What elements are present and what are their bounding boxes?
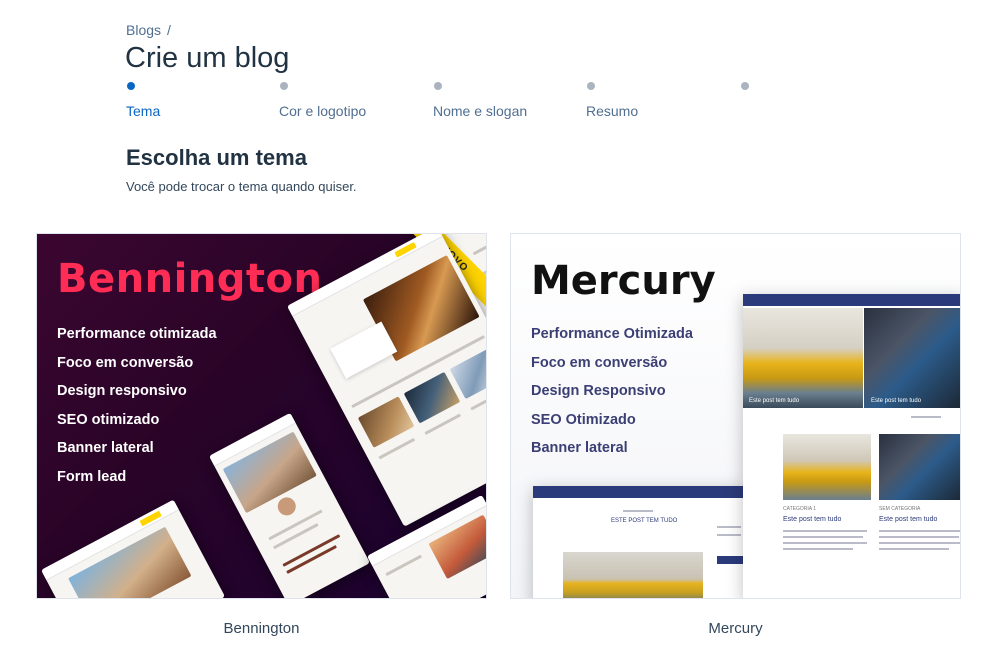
feature-item: Banner lateral (531, 440, 628, 456)
page-title: Crie um blog (125, 42, 290, 74)
breadcrumb-link-blogs[interactable]: Blogs (126, 22, 161, 38)
feature-item: Performance otimizada (57, 326, 217, 342)
step-final[interactable] (740, 82, 749, 90)
feature-item: Foco em conversão (57, 354, 194, 371)
mock-post-title-small: ESTE POST TEM TUDO (611, 518, 678, 524)
step-resumo[interactable]: Resumo (586, 82, 638, 119)
feature-item: Form lead (57, 468, 127, 485)
mockup-window-small: ESTE POST TEM TUDO (533, 486, 747, 598)
feature-item: SEO Otimizado (531, 411, 636, 428)
mockup-phone (209, 412, 371, 598)
feature-item: Design responsivo (57, 383, 187, 399)
section-subtitle: Você pode trocar o tema quando quiser. (126, 179, 357, 194)
feature-item: Banner lateral (57, 440, 154, 456)
theme-card-mercury[interactable]: Mercury Performance Otimizada Foco em co… (510, 233, 961, 599)
theme-preview-title: Mercury (531, 258, 716, 304)
theme-preview-title: Bennington (57, 256, 323, 302)
feature-item: Foco em conversão (531, 354, 668, 371)
step-dot (741, 82, 749, 90)
step-label: Cor e logotipo (279, 103, 367, 119)
mock-post-title-2: Este post tem tudo (879, 516, 938, 523)
mockup-page-bottom (41, 499, 226, 598)
step-label: Nome e slogan (433, 103, 528, 119)
mock-hero-caption-right: Este post tem tudo (871, 398, 922, 404)
step-nome-slogan[interactable]: Nome e slogan (433, 82, 527, 119)
step-tema[interactable]: Tema (126, 82, 160, 119)
feature-item: SEO otimizado (57, 411, 160, 428)
mock-category-1: CATEGORIA 1 (783, 506, 816, 512)
theme-name-mercury: Mercury (708, 620, 763, 637)
step-label: Tema (126, 103, 161, 119)
step-dot (280, 82, 288, 90)
step-dot (434, 82, 442, 90)
feature-list: Performance otimizada Foco em conversão … (57, 324, 217, 495)
mock-post-title-1: Este post tem tudo (783, 516, 842, 523)
theme-name-bennington: Bennington (223, 620, 300, 637)
wizard-stepper: Tema Cor e logotipo Nome e slogan Resumo (126, 82, 766, 122)
section-title: Escolha um tema (126, 145, 307, 170)
feature-item: Design Responsivo (531, 383, 666, 399)
breadcrumb: Blogs / (126, 22, 171, 38)
feature-item: Performance Otimizada (531, 326, 693, 342)
feature-list: Performance Otimizada Foco em conversão … (531, 324, 693, 467)
theme-card-bennington[interactable]: Bennington Performance otimizada Foco em… (36, 233, 487, 599)
breadcrumb-separator: / (167, 22, 171, 38)
step-dot (587, 82, 595, 90)
step-label: Resumo (586, 103, 639, 119)
mockup-window-large: Este post tem tudo Este post tem tudo CA… (743, 294, 960, 598)
mock-category-2: SEM CATEGORIA (879, 506, 921, 512)
step-dot-active (127, 82, 135, 90)
step-cor-logotipo[interactable]: Cor e logotipo (279, 82, 366, 119)
mock-hero-caption-left: Este post tem tudo (749, 398, 800, 404)
